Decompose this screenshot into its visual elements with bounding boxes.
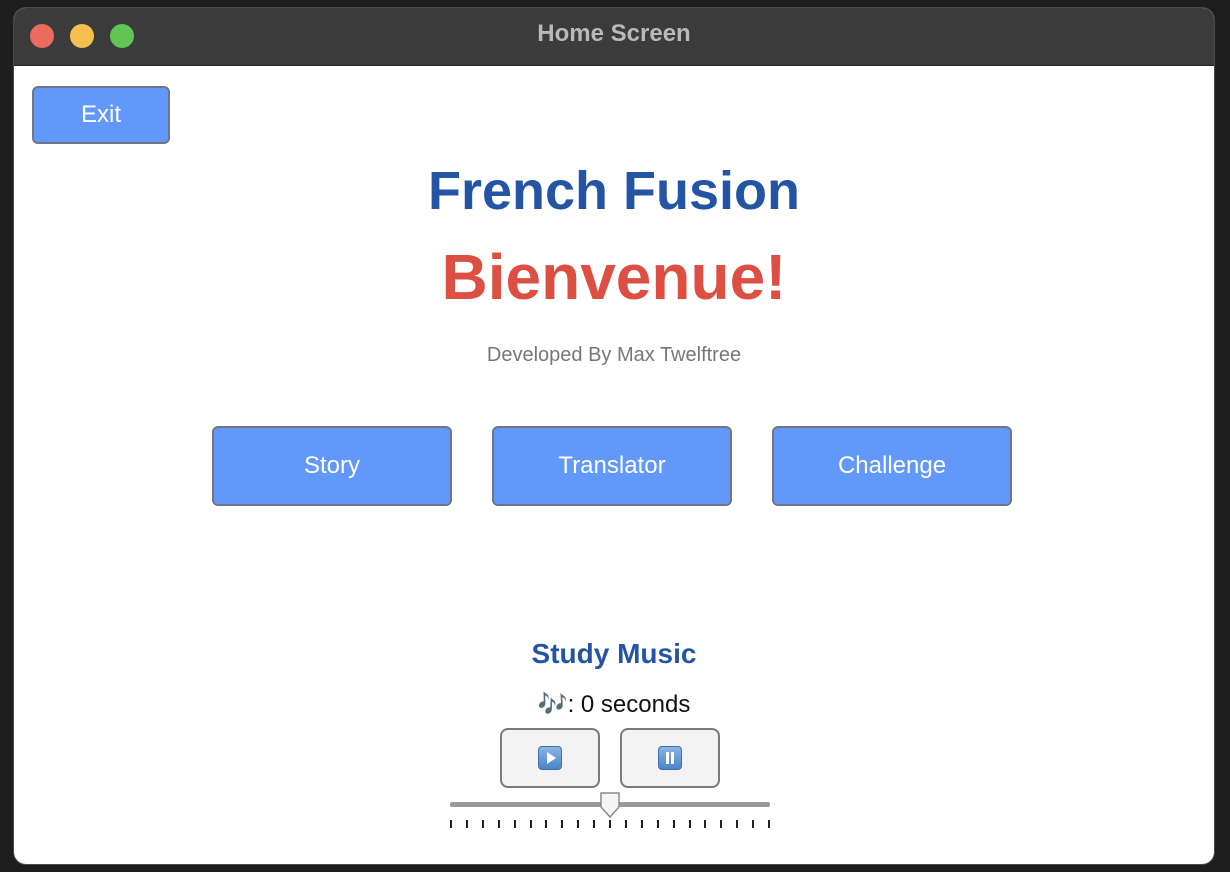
title-bar: Home Screen [14, 8, 1214, 66]
slider-ticks [450, 820, 770, 828]
story-button[interactable]: Story [212, 426, 452, 506]
translator-button[interactable]: Translator [492, 426, 732, 506]
slider-tick [450, 820, 452, 828]
slider-tick [481, 820, 484, 828]
volume-slider[interactable] [450, 792, 770, 832]
play-button[interactable] [500, 728, 600, 788]
challenge-button[interactable]: Challenge [772, 426, 1012, 506]
slider-tick [497, 820, 500, 828]
slider-tick [577, 820, 580, 828]
music-elapsed-status: 🎶: 0 seconds [537, 691, 691, 718]
app-title: French Fusion [427, 161, 800, 221]
slider-tick [720, 820, 723, 828]
app-window: Home Screen Exit French Fusion Bienvenue… [14, 8, 1214, 864]
pause-button[interactable] [620, 728, 720, 788]
slider-tick [545, 820, 548, 828]
slider-tick [736, 820, 739, 828]
slider-tick [561, 820, 564, 828]
slider-tick [529, 820, 532, 828]
slider-tick [465, 820, 468, 828]
slider-tick [704, 820, 707, 828]
slider-tick [513, 820, 516, 828]
welcome-heading: Bienvenue! [441, 241, 787, 313]
exit-button[interactable]: Exit [32, 86, 170, 144]
slider-tick [768, 820, 770, 828]
window-title: Home Screen [537, 20, 691, 47]
slider-tick [672, 820, 675, 828]
home-screen: Exit French Fusion Bienvenue! Developed … [14, 66, 1214, 864]
slider-tick [609, 820, 611, 828]
slider-tick [752, 820, 755, 828]
slider-thumb[interactable] [599, 792, 621, 818]
study-music-title: Study Music [531, 638, 697, 669]
pause-icon [658, 746, 682, 770]
slider-tick [593, 820, 596, 828]
play-icon [538, 746, 562, 770]
developer-credit: Developed By Max Twelftree [486, 344, 742, 366]
slider-tick [624, 820, 627, 828]
slider-tick [656, 820, 659, 828]
slider-tick [688, 820, 691, 828]
slider-tick [640, 820, 643, 828]
